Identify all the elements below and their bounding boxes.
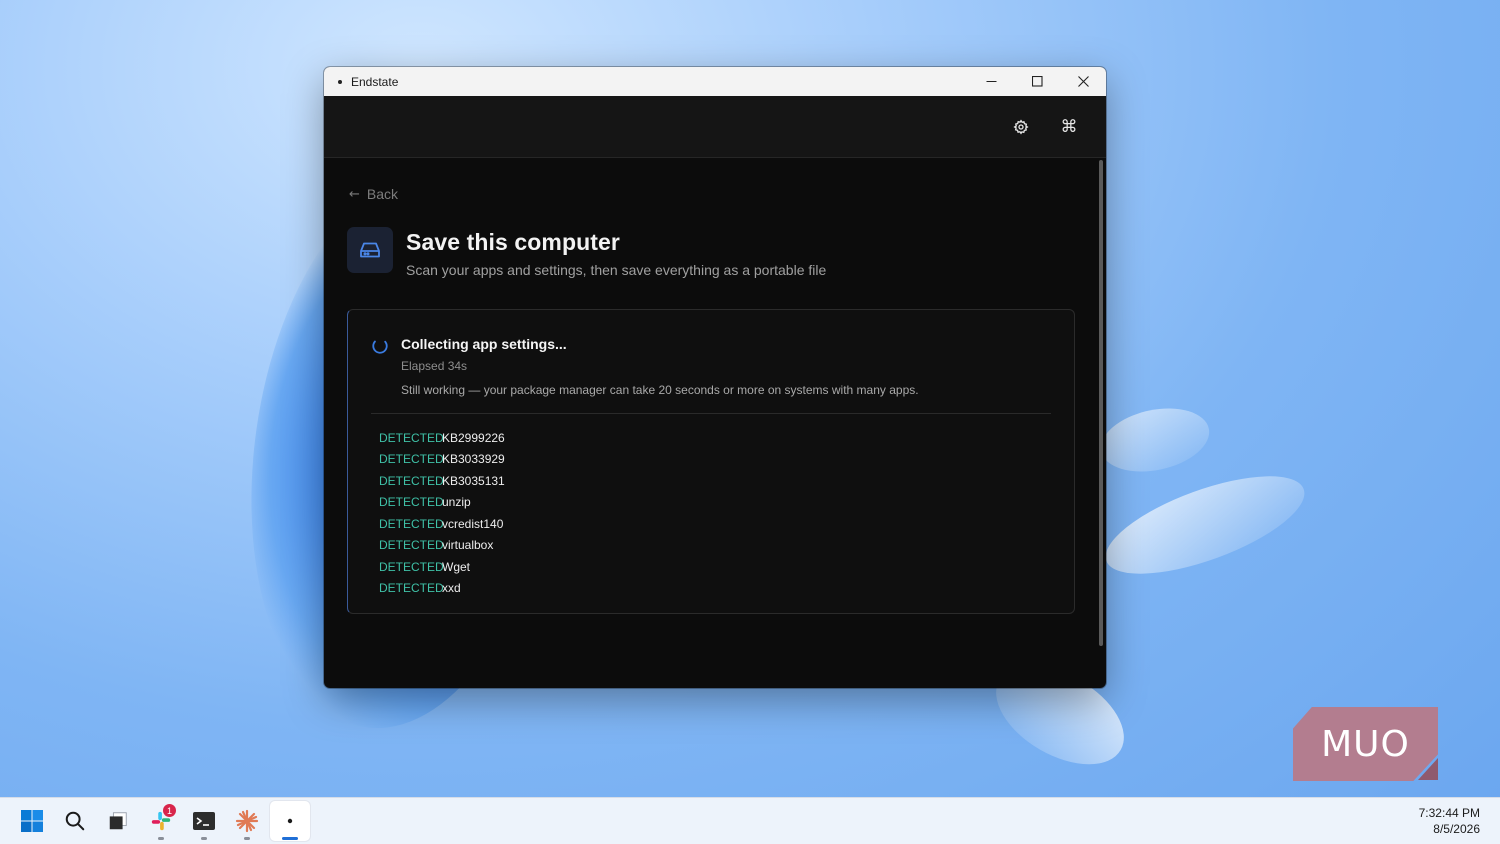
endstate-app-icon: [287, 818, 293, 824]
wallpaper-streak: [1094, 399, 1216, 481]
page-header: Save this computer Scan your apps and se…: [347, 227, 1106, 278]
status-note: Still working — your package manager can…: [401, 383, 919, 397]
terminal-icon: [193, 812, 215, 830]
log-tag: DETECTED: [379, 559, 444, 574]
running-indicator: [158, 837, 164, 840]
log-item: DETECTED Wget: [379, 556, 1051, 578]
log-item: DETECTED KB3035131: [379, 470, 1051, 492]
clock-time: 7:32:44 PM: [1418, 806, 1480, 820]
divider: [371, 413, 1051, 414]
endstate-taskbar-button[interactable]: [270, 801, 310, 841]
log-tag: DETECTED: [379, 495, 444, 510]
task-view-icon: [109, 812, 127, 830]
running-indicator: [244, 837, 250, 840]
watermark-corner: [1418, 758, 1438, 780]
scrollbar[interactable]: [1099, 160, 1103, 646]
log-item: DETECTED virtualbox: [379, 535, 1051, 557]
minimize-button[interactable]: [968, 67, 1014, 96]
page-title: Save this computer: [406, 229, 620, 255]
app-toolbar: ⌘: [324, 96, 1106, 158]
status-title: Collecting app settings...: [401, 336, 567, 352]
log-item: DETECTED KB3033929: [379, 449, 1051, 471]
close-button[interactable]: [1060, 67, 1106, 96]
log-name: virtualbox: [442, 538, 494, 553]
log-tag: DETECTED: [379, 581, 444, 596]
maximize-icon: [1031, 76, 1043, 87]
log-tag: DETECTED: [379, 516, 444, 531]
search-icon: [65, 811, 85, 831]
watermark-text: MUO: [1321, 723, 1410, 765]
windows-start-icon: [21, 810, 43, 832]
log-name: KB3033929: [442, 452, 505, 467]
log-name: Wget: [442, 559, 471, 574]
progress-panel: Collecting app settings... Elapsed 34s S…: [347, 309, 1075, 614]
log-name: KB2999226: [442, 430, 505, 445]
window-controls: [968, 67, 1106, 96]
log-name: KB3035131: [442, 473, 505, 488]
app-icon: [338, 79, 342, 84]
wallpaper-streak: [1094, 456, 1316, 594]
command-icon: ⌘: [1060, 116, 1078, 137]
active-indicator: [282, 837, 298, 840]
back-label: Back: [366, 186, 399, 202]
terminal-taskbar-button[interactable]: [184, 801, 224, 841]
log-name: unzip: [442, 495, 471, 510]
elapsed-time: Elapsed 34s: [401, 359, 468, 373]
search-button[interactable]: [55, 801, 95, 841]
endstate-window: Endstate ⌘ ← Back Save this computer Sca…: [324, 67, 1106, 688]
detected-log: DETECTED KB2999226 DETECTED KB3033929 DETE…: [371, 427, 1051, 599]
log-item: DETECTED unzip: [379, 492, 1051, 514]
log-tag: DETECTED: [379, 452, 444, 467]
notification-badge: 1: [163, 804, 176, 817]
log-item: DETECTED vcredist140: [379, 513, 1051, 535]
back-button[interactable]: ← Back: [349, 186, 1106, 202]
gear-icon: [1013, 118, 1029, 135]
task-view-button[interactable]: [98, 801, 138, 841]
title-bar[interactable]: Endstate: [324, 67, 1106, 96]
claude-taskbar-button[interactable]: [227, 801, 267, 841]
page-subtitle: Scan your apps and settings, then save e…: [406, 262, 827, 278]
slack-taskbar-button[interactable]: 1: [141, 801, 181, 841]
window-title: Endstate: [351, 74, 399, 89]
settings-button[interactable]: [1010, 116, 1032, 138]
system-clock[interactable]: 7:32:44 PM 8/5/2026: [1419, 805, 1480, 837]
clock-date: 8/5/2026: [1433, 822, 1480, 836]
log-tag: DETECTED: [379, 430, 444, 445]
start-button[interactable]: [12, 801, 52, 841]
main-content: ← Back Save this computer Scan your apps…: [324, 158, 1106, 688]
log-name: xxd: [442, 581, 461, 596]
log-tag: DETECTED: [379, 473, 444, 488]
log-tag: DETECTED: [379, 538, 444, 553]
command-palette-button[interactable]: ⌘: [1058, 116, 1080, 138]
running-indicator: [201, 837, 207, 840]
log-item: DETECTED xxd: [379, 578, 1051, 600]
drive-icon: [347, 227, 393, 273]
log-item: DETECTED KB2999226: [379, 427, 1051, 449]
minimize-icon: [986, 81, 996, 82]
loading-spinner-icon: [372, 338, 388, 354]
back-arrow-icon: ←: [349, 186, 360, 202]
log-name: vcredist140: [442, 516, 504, 531]
taskbar: 1 7:32:44 PM 8/5/2026: [0, 797, 1500, 844]
close-icon: [1077, 76, 1089, 87]
maximize-button[interactable]: [1014, 67, 1060, 96]
muo-watermark-logo: MUO: [1293, 707, 1438, 781]
claude-icon: [235, 809, 259, 833]
